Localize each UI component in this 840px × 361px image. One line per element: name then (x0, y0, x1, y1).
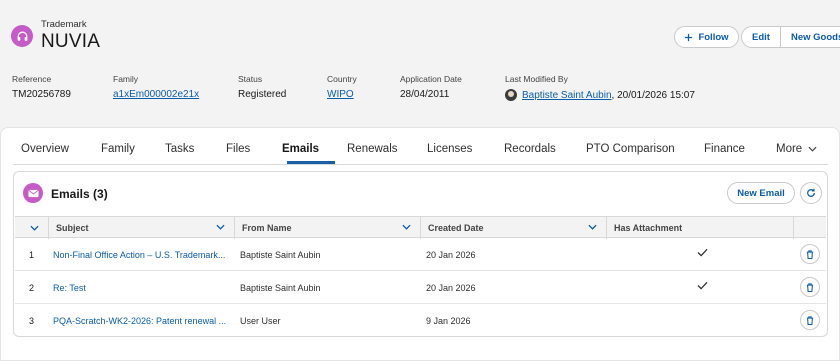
field-label: Family (113, 74, 139, 84)
field-label: Last Modified By (505, 74, 568, 84)
email-subject-link[interactable]: PQA-Scratch-WK2-2026: Patent renewal ... (53, 304, 229, 337)
email-subject-link[interactable]: Non-Final Office Action – U.S. Trademark… (53, 238, 229, 271)
column-has-attachment[interactable]: Has Attachment (607, 217, 794, 239)
field-country: Country WIPO (327, 74, 357, 100)
tab-recordals[interactable]: Recordals (504, 143, 556, 155)
country-link[interactable]: WIPO (327, 89, 354, 100)
chevron-down-icon[interactable] (402, 224, 411, 230)
delete-button[interactable] (800, 310, 820, 330)
tab-pto-comparison[interactable]: PTO Comparison (586, 143, 675, 155)
tab-renewals[interactable]: Renewals (347, 143, 398, 155)
field-application-date: Application Date 28/04/2011 (400, 74, 462, 100)
last-modified-datetime: , 20/01/2026 15:07 (611, 89, 695, 101)
tab-more[interactable]: More (776, 143, 817, 155)
record-title: NUVIA (41, 31, 101, 52)
trademark-headphones-icon (11, 25, 33, 47)
column-actions (794, 217, 826, 239)
user-avatar (505, 89, 517, 101)
new-goods-button[interactable]: New Goods (780, 26, 840, 48)
table-header: Subject From Name Created Date Has Attac… (15, 216, 826, 239)
table-row: 2 Re: Test Baptiste Saint Aubin 20 Jan 2… (15, 271, 826, 304)
field-label: Country (327, 74, 357, 84)
object-type-label: Trademark (41, 19, 87, 30)
column-subject[interactable]: Subject (49, 217, 235, 239)
chevron-down-icon[interactable] (216, 224, 225, 230)
tab-tasks[interactable]: Tasks (165, 143, 194, 155)
email-subject-link[interactable]: Re: Test (53, 271, 229, 304)
refresh-icon (807, 188, 815, 197)
family-link[interactable]: a1xEm000002e21x (113, 89, 199, 100)
email-icon (23, 183, 43, 203)
from-name: Baptiste Saint Aubin (240, 249, 321, 260)
chevron-down-icon (30, 225, 39, 231)
follow-button[interactable]: Follow (674, 26, 739, 48)
column-label: Has Attachment (614, 223, 683, 233)
emails-title: Emails (3) (51, 187, 108, 201)
created-date: 9 Jan 2026 (426, 315, 471, 326)
row-number: 3 (29, 315, 35, 326)
tab-overview[interactable]: Overview (21, 143, 69, 155)
field-value: TM20256789 (12, 89, 71, 100)
emails-related-list: Emails (3) New Email Subject From Name C (13, 171, 828, 337)
field-family: Family a1xEm000002e21x (113, 74, 199, 100)
field-reference: Reference TM20256789 (12, 74, 71, 100)
tab-more-label: More (776, 143, 803, 155)
column-created-date[interactable]: Created Date (421, 217, 607, 239)
created-date: 20 Jan 2026 (426, 282, 476, 293)
refresh-button[interactable] (800, 182, 822, 204)
field-value: 28/04/2011 (400, 89, 450, 100)
select-all-column[interactable] (15, 217, 49, 239)
checkmark-icon (697, 281, 708, 290)
field-status: Status Registered (238, 74, 286, 100)
field-label: Reference (12, 74, 52, 84)
table-row: 1 Non-Final Office Action – U.S. Tradema… (15, 238, 826, 271)
table-row: 3 PQA-Scratch-WK2-2026: Patent renewal .… (15, 304, 826, 337)
created-date: 20 Jan 2026 (426, 249, 476, 260)
field-value: Registered (238, 89, 287, 100)
tab-emails[interactable]: Emails (282, 143, 319, 155)
record-header: Trademark NUVIA Follow Edit New Goods Re… (0, 0, 840, 122)
from-name: Baptiste Saint Aubin (240, 282, 321, 293)
field-last-modified: Last Modified By Baptiste Saint Aubin , … (505, 74, 695, 101)
column-label: Subject (56, 223, 89, 233)
new-email-button[interactable]: New Email (727, 182, 795, 204)
tab-files[interactable]: Files (226, 143, 250, 155)
last-modified-user-link[interactable]: Baptiste Saint Aubin (522, 90, 612, 101)
related-tabs-card: Overview Family Tasks Files Emails Renew… (0, 127, 840, 361)
row-number: 2 (29, 282, 35, 293)
field-label: Application Date (400, 74, 462, 84)
delete-button[interactable] (800, 244, 820, 264)
edit-button[interactable]: Edit (741, 26, 781, 48)
trash-icon (806, 315, 814, 325)
column-label: Created Date (428, 223, 484, 233)
chevron-down-icon (808, 146, 817, 152)
tab-family[interactable]: Family (101, 143, 135, 155)
field-label: Status (238, 74, 263, 84)
chevron-down-icon[interactable] (588, 224, 597, 230)
from-name: User User (240, 315, 281, 326)
column-label: From Name (242, 223, 292, 233)
column-from-name[interactable]: From Name (235, 217, 421, 239)
checkmark-icon (697, 248, 708, 257)
plus-icon (685, 33, 693, 41)
active-tab-indicator (287, 161, 335, 164)
delete-button[interactable] (800, 277, 820, 297)
trash-icon (806, 249, 814, 259)
row-number: 1 (29, 249, 35, 260)
tab-finance[interactable]: Finance (704, 143, 745, 155)
tab-bar: Overview Family Tasks Files Emails Renew… (13, 141, 828, 165)
trash-icon (806, 282, 814, 292)
tab-licenses[interactable]: Licenses (427, 143, 472, 155)
follow-label: Follow (698, 31, 729, 43)
